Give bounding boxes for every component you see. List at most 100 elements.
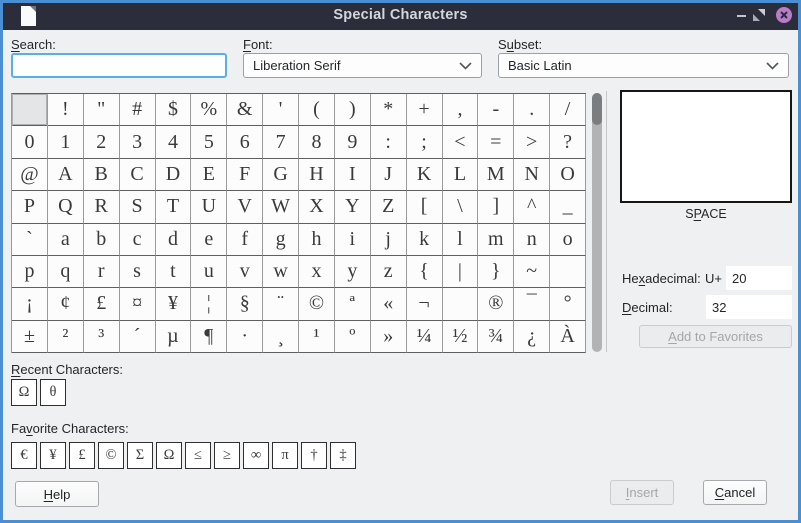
char-cell[interactable]: ¡: [12, 288, 48, 320]
char-cell[interactable]: j: [371, 224, 407, 256]
char-cell[interactable]: c: [120, 224, 156, 256]
char-cell[interactable]: ?: [550, 126, 586, 158]
char-cell[interactable]: ¯: [514, 288, 550, 320]
char-cell[interactable]: V: [227, 191, 263, 223]
char-chip[interactable]: Ω: [11, 379, 37, 406]
minimize-button[interactable]: [737, 15, 746, 17]
char-cell[interactable]: X: [299, 191, 335, 223]
char-cell[interactable]: ª: [335, 288, 371, 320]
char-cell[interactable]: L: [443, 159, 479, 191]
char-cell[interactable]: _: [550, 191, 586, 223]
font-select[interactable]: Liberation Serif: [243, 53, 482, 78]
char-cell[interactable]: f: [227, 224, 263, 256]
char-cell[interactable]: ¸: [263, 321, 299, 353]
char-cell[interactable]: i: [335, 224, 371, 256]
char-chip[interactable]: Σ: [127, 442, 153, 469]
char-cell[interactable]: +: [407, 94, 443, 126]
char-cell[interactable]: T: [156, 191, 192, 223]
titlebar[interactable]: Special Characters: [3, 3, 798, 30]
char-chip[interactable]: ≥: [214, 442, 240, 469]
char-chip[interactable]: €: [11, 442, 37, 469]
char-cell[interactable]: «: [371, 288, 407, 320]
char-chip[interactable]: ©: [98, 442, 124, 469]
char-chip[interactable]: θ: [40, 379, 66, 406]
char-cell[interactable]: º: [335, 321, 371, 353]
char-cell[interactable]: <: [443, 126, 479, 158]
char-cell[interactable]: l: [443, 224, 479, 256]
char-cell[interactable]: q: [48, 256, 84, 288]
char-cell[interactable]: `: [12, 224, 48, 256]
char-cell[interactable]: %: [191, 94, 227, 126]
char-chip[interactable]: Ω: [156, 442, 182, 469]
char-cell[interactable]: x: [299, 256, 335, 288]
char-cell[interactable]: ¢: [48, 288, 84, 320]
char-cell[interactable]: a: [48, 224, 84, 256]
char-chip[interactable]: £: [69, 442, 95, 469]
char-cell[interactable]: 2: [84, 126, 120, 158]
char-cell[interactable]: Z: [371, 191, 407, 223]
char-cell[interactable]: >: [514, 126, 550, 158]
add-to-favorites-button[interactable]: Add to Favorites: [639, 325, 792, 348]
char-cell[interactable]: g: [263, 224, 299, 256]
char-cell[interactable]: k: [407, 224, 443, 256]
close-button[interactable]: [776, 7, 792, 23]
char-cell[interactable]: 6: [227, 126, 263, 158]
char-cell[interactable]: P: [12, 191, 48, 223]
char-cell[interactable]: J: [371, 159, 407, 191]
char-cell[interactable]: M: [478, 159, 514, 191]
char-cell[interactable]: /: [550, 94, 586, 126]
char-cell[interactable]: B: [84, 159, 120, 191]
char-cell[interactable]: ±: [12, 321, 48, 353]
char-cell[interactable]: ^: [514, 191, 550, 223]
char-cell[interactable]: ¦: [191, 288, 227, 320]
char-cell[interactable]: ¨: [263, 288, 299, 320]
char-cell[interactable]: ~: [514, 256, 550, 288]
char-cell[interactable]: o: [550, 224, 586, 256]
char-cell[interactable]: y: [335, 256, 371, 288]
char-cell[interactable]: F: [227, 159, 263, 191]
char-cell[interactable]: »: [371, 321, 407, 353]
grid-scrollbar[interactable]: [592, 93, 602, 352]
char-cell[interactable]: A: [48, 159, 84, 191]
char-chip[interactable]: †: [301, 442, 327, 469]
char-cell[interactable]: [: [407, 191, 443, 223]
char-chip[interactable]: ¥: [40, 442, 66, 469]
char-cell[interactable]: -: [478, 94, 514, 126]
char-cell[interactable]: 3: [120, 126, 156, 158]
char-cell[interactable]: G: [263, 159, 299, 191]
char-cell[interactable]: &: [227, 94, 263, 126]
char-cell[interactable]: C: [120, 159, 156, 191]
char-cell[interactable]: ¥: [156, 288, 192, 320]
char-cell[interactable]: d: [156, 224, 192, 256]
insert-button[interactable]: Insert: [610, 480, 674, 505]
char-cell[interactable]: £: [84, 288, 120, 320]
char-cell[interactable]: 5: [191, 126, 227, 158]
char-cell[interactable]: Q: [48, 191, 84, 223]
subset-select[interactable]: Basic Latin: [498, 53, 789, 78]
char-cell[interactable]: ©: [299, 288, 335, 320]
char-cell[interactable]: ´: [120, 321, 156, 353]
char-cell[interactable]: (: [299, 94, 335, 126]
char-cell[interactable]: 7: [263, 126, 299, 158]
char-cell[interactable]: ½: [443, 321, 479, 353]
grid-scrollbar-thumb[interactable]: [592, 93, 602, 125]
char-cell[interactable]: =: [478, 126, 514, 158]
char-cell[interactable]: W: [263, 191, 299, 223]
char-cell[interactable]: [550, 256, 586, 288]
char-cell[interactable]: ]: [478, 191, 514, 223]
char-cell[interactable]: z: [371, 256, 407, 288]
char-cell[interactable]: m: [478, 224, 514, 256]
char-cell[interactable]: I: [335, 159, 371, 191]
char-cell[interactable]: ¤: [120, 288, 156, 320]
char-cell[interactable]: ¬: [407, 288, 443, 320]
decimal-input[interactable]: [706, 295, 792, 319]
char-cell[interactable]: À: [550, 321, 586, 353]
char-chip[interactable]: π: [272, 442, 298, 469]
char-chip[interactable]: ≤: [185, 442, 211, 469]
char-cell[interactable]: [12, 94, 48, 126]
char-cell[interactable]: ): [335, 94, 371, 126]
char-cell[interactable]: [443, 288, 479, 320]
char-cell[interactable]: @: [12, 159, 48, 191]
char-cell[interactable]: ¿: [514, 321, 550, 353]
char-cell[interactable]: O: [550, 159, 586, 191]
